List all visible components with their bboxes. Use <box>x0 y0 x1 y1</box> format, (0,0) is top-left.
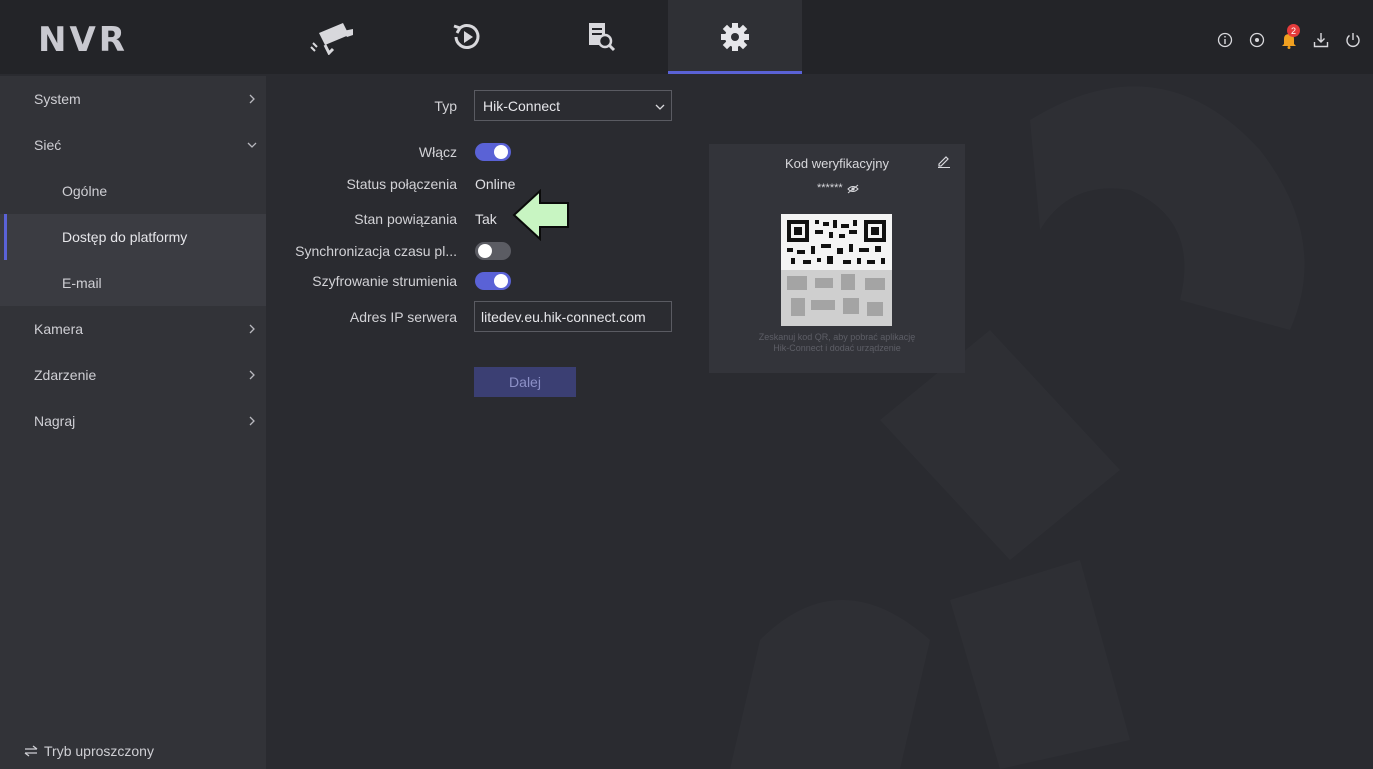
chevron-down-icon <box>655 104 665 110</box>
sidebar-item-general[interactable]: Ogólne <box>0 168 266 214</box>
alarm-count-badge: 2 <box>1287 24 1300 37</box>
record-status-button[interactable] <box>1247 30 1267 50</box>
platform-access-panel: Typ Hik-Connect Włącz Status połączenia … <box>266 76 1373 769</box>
qr-note-line1: Zeskanuj kod QR, aby pobrać aplikację <box>758 332 916 342</box>
type-select-value: Hik-Connect <box>483 97 561 114</box>
simple-mode-label: Tryb uproszczony <box>44 743 154 759</box>
download-icon <box>1313 33 1329 48</box>
chevron-right-icon <box>249 324 255 334</box>
enable-toggle[interactable] <box>475 143 511 161</box>
sidebar-item-system[interactable]: System <box>0 76 266 122</box>
sidebar-item-event[interactable]: Zdarzenie <box>0 352 266 398</box>
sidebar-item-email[interactable]: E-mail <box>0 260 266 306</box>
sidebar-item-label: Sieć <box>34 137 62 153</box>
chevron-right-icon <box>249 370 255 380</box>
nav-live-view[interactable] <box>266 0 400 74</box>
info-icon <box>1217 32 1233 48</box>
toggle-knob <box>478 244 492 258</box>
sidebar-item-label: Kamera <box>34 321 84 337</box>
settings-icon <box>721 23 749 51</box>
qr-code <box>781 214 892 326</box>
info-button[interactable] <box>1215 30 1235 50</box>
sidebar-item-label: E-mail <box>62 275 102 291</box>
sidebar-item-platform-access[interactable]: Dostęp do platformy <box>0 214 266 260</box>
connection-status-label: Status połączenia <box>346 176 457 192</box>
stream-encryption-label: Szyfrowanie strumienia <box>312 273 457 289</box>
sidebar: System Sieć Ogólne Dostęp do platformy E… <box>0 76 266 769</box>
toggle-knob <box>494 274 508 288</box>
search-icon <box>589 23 616 52</box>
verification-code-masked: ****** <box>817 182 843 194</box>
logo: NVR <box>38 20 128 60</box>
enable-label: Włącz <box>418 144 457 160</box>
toggle-knob <box>494 145 508 159</box>
power-button[interactable] <box>1343 30 1363 50</box>
nav-search[interactable] <box>534 0 668 74</box>
sidebar-item-camera[interactable]: Kamera <box>0 306 266 352</box>
server-ip-value: litedev.eu.hik-connect.com <box>481 308 646 325</box>
stream-encryption-toggle[interactable] <box>475 272 511 290</box>
top-bar: NVR 2 <box>0 0 1373 74</box>
connection-status-value: Online <box>475 176 516 192</box>
type-label: Typ <box>434 98 457 114</box>
pointer-arrow <box>512 189 569 241</box>
simple-mode-toggle[interactable]: Tryb uproszczony <box>24 743 154 759</box>
nav-playback[interactable] <box>400 0 534 74</box>
time-sync-toggle[interactable] <box>475 242 511 260</box>
sidebar-item-label: Ogólne <box>62 183 108 199</box>
chevron-right-icon <box>249 416 255 426</box>
chevron-right-icon <box>249 94 255 104</box>
sidebar-item-record[interactable]: Nagraj <box>0 398 266 444</box>
binding-state-label: Stan powiązania <box>354 211 457 227</box>
eye-hidden-icon[interactable] <box>847 184 859 194</box>
power-icon <box>1346 33 1360 47</box>
time-sync-label: Synchronizacja czasu pl... <box>295 243 457 259</box>
download-button[interactable] <box>1311 30 1331 50</box>
playback-icon <box>453 24 480 49</box>
sidebar-item-label: System <box>34 91 81 107</box>
target-icon <box>1249 32 1265 48</box>
chevron-down-icon <box>247 142 257 148</box>
camera-icon <box>310 23 353 55</box>
server-ip-input[interactable]: litedev.eu.hik-connect.com <box>474 301 672 332</box>
nav-configuration[interactable] <box>668 0 802 74</box>
type-select[interactable]: Hik-Connect <box>474 90 672 121</box>
qr-note-line2: Hik-Connect i dodać urządzenie <box>773 343 901 353</box>
switch-arrows-icon <box>24 745 38 757</box>
verification-code-title: Kod weryfikacyjny <box>784 156 890 171</box>
edit-icon[interactable] <box>937 154 951 168</box>
qr-note: Zeskanuj kod QR, aby pobrać aplikację Hi… <box>709 332 965 354</box>
sidebar-item-network[interactable]: Sieć <box>0 122 266 168</box>
sidebar-item-label: Nagraj <box>34 413 76 429</box>
sidebar-item-label: Zdarzenie <box>34 367 97 383</box>
verification-code-panel: Kod weryfikacyjny ****** Zeskanuj kod QR… <box>709 144 965 373</box>
alarm-button[interactable]: 2 <box>1279 24 1300 50</box>
binding-state-value: Tak <box>475 211 497 227</box>
sidebar-item-label: Dostęp do platformy <box>62 229 188 245</box>
next-button[interactable]: Dalej <box>474 367 576 397</box>
server-ip-label: Adres IP serwera <box>349 309 457 325</box>
